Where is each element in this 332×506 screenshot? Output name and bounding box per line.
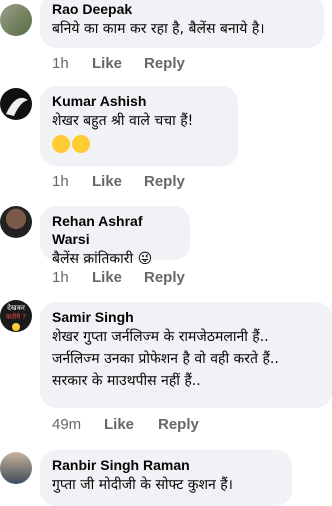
laughing-emoji-icon: [72, 134, 90, 153]
avatar[interactable]: [0, 88, 32, 120]
comment-bubble: Ranbir Singh Raman गुप्ता जी मोदीजी के स…: [40, 450, 292, 506]
reply-button[interactable]: Reply: [144, 173, 185, 190]
author-name[interactable]: Kumar Ashish: [52, 92, 226, 110]
author-name[interactable]: Rao Deepak: [52, 0, 312, 18]
reply-button[interactable]: Reply: [144, 55, 185, 72]
timestamp[interactable]: 49m: [52, 416, 104, 433]
comment-text: सरकार के माउथपीस नहीं हैं..: [52, 373, 201, 389]
comment-text: शेखर गुप्ता जर्नलिज्म के रामजेठमलानी हैं…: [52, 329, 269, 345]
timestamp[interactable]: 1h: [52, 173, 92, 190]
avatar[interactable]: [0, 206, 32, 238]
like-button[interactable]: Like: [92, 173, 144, 190]
comment-bubble: Rao Deepak बनिये का काम कर रहा है, बैलें…: [40, 0, 324, 48]
comment-text: जर्नलिज्म उनका प्रोफेशन है वो वही करते ह…: [52, 351, 279, 367]
laughing-emoji-icon: [52, 134, 70, 153]
author-name[interactable]: Samir Singh: [52, 308, 320, 326]
comment-bubble: Kumar Ashish शेखर बहुत श्री वाले चचा हैं…: [40, 86, 238, 166]
avatar[interactable]: [0, 452, 32, 484]
reply-button[interactable]: Reply: [158, 416, 199, 433]
comment-actions: 1h Like Reply: [52, 269, 185, 286]
timestamp[interactable]: 1h: [52, 55, 92, 72]
comment-text: गुप्ता जी मोदीजी के सोफ्ट कुशन हैं।: [52, 477, 233, 493]
comment-actions: 49m Like Reply: [52, 416, 199, 433]
author-name[interactable]: Ranbir Singh Raman: [52, 456, 280, 474]
reply-button[interactable]: Reply: [144, 269, 185, 286]
comment-text: बनिये का काम कर रहा है, बैलेंस बनाये है।: [52, 21, 265, 37]
comment-text: बैलेंस क्रांतिकारी 😜: [52, 251, 153, 267]
emoji-row: [52, 133, 226, 153]
author-name[interactable]: Rehan Ashraf Warsi: [52, 212, 178, 248]
comment-bubble: Rehan Ashraf Warsi बैलेंस क्रांतिकारी 😜: [40, 206, 190, 267]
comment-actions: 1h Like Reply: [52, 173, 185, 190]
avatar[interactable]: देखकर करोगे ?: [0, 300, 32, 332]
like-button[interactable]: Like: [92, 269, 144, 286]
comment-bubble: Samir Singh शेखर गुप्ता जर्नलिज्म के राम…: [40, 302, 332, 408]
avatar-caption: करोगे ?: [6, 313, 26, 321]
avatar[interactable]: [0, 4, 32, 36]
avatar-caption: देखकर: [7, 304, 25, 312]
comment-actions: 1h Like Reply: [52, 55, 185, 72]
comment-text: शेखर बहुत श्री वाले चचा हैं!: [52, 113, 194, 129]
timestamp[interactable]: 1h: [52, 269, 92, 286]
avatar-image: [6, 97, 28, 116]
like-button[interactable]: Like: [92, 55, 144, 72]
like-button[interactable]: Like: [104, 416, 158, 433]
emoji-icon: [12, 323, 20, 331]
